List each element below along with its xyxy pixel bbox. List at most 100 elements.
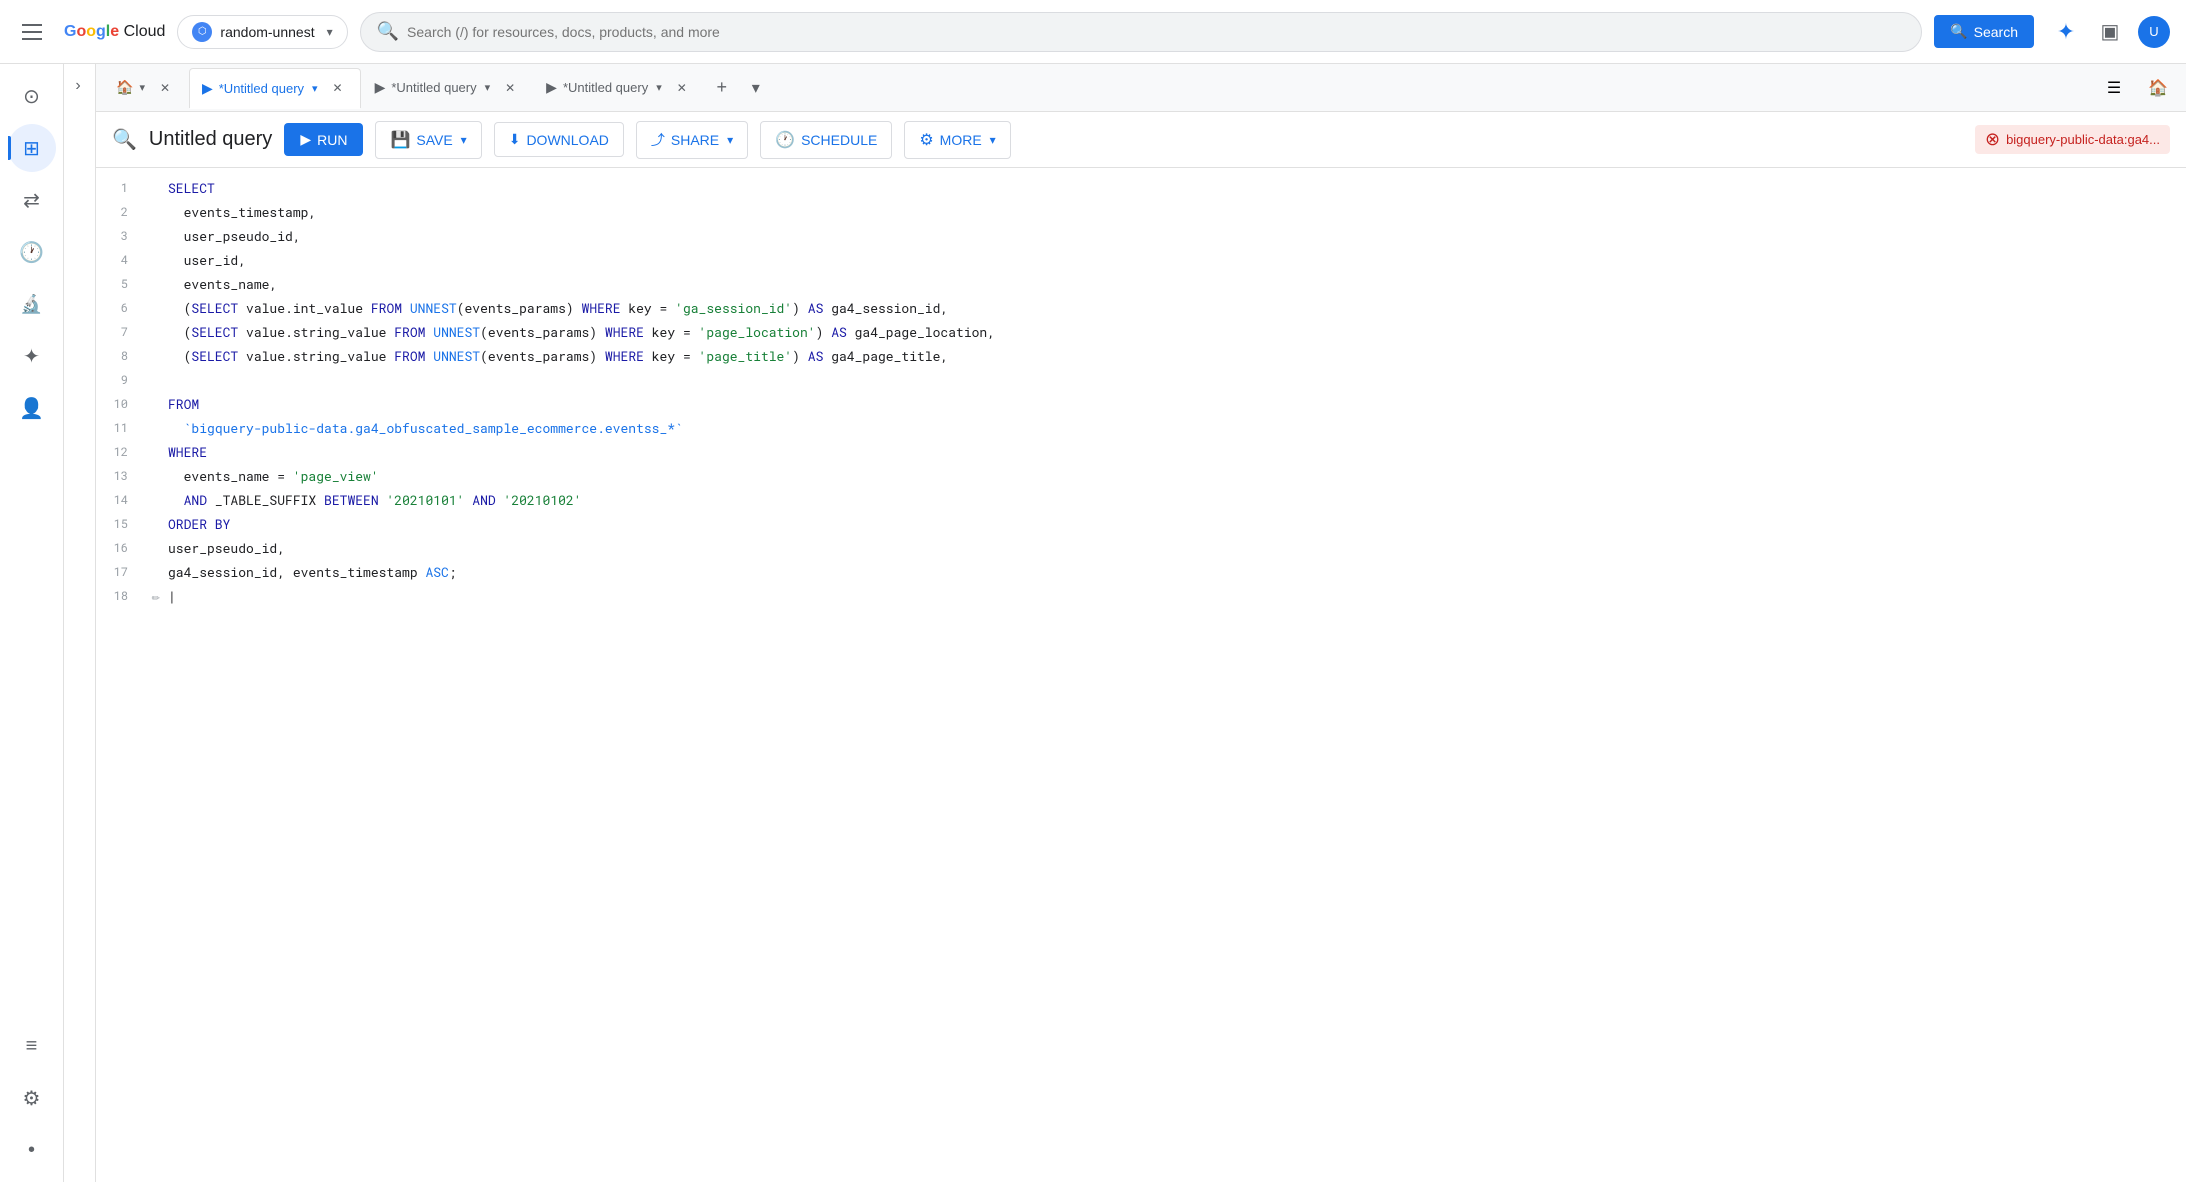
line-number-18: 18	[96, 584, 144, 608]
sidebar-item-settings[interactable]: ⚙	[8, 1074, 56, 1122]
panel-toggle-button[interactable]: ›	[64, 72, 92, 100]
download-icon: ⬇	[509, 131, 521, 148]
dataplex-icon: 👤	[19, 396, 44, 421]
line-number-3: 3	[96, 224, 144, 248]
more-label: MORE	[940, 132, 982, 148]
code-line-8: 8 (SELECT value.string_value FROM UNNEST…	[96, 344, 2186, 368]
tab-untitled-query-2[interactable]: ▶ *Untitled query ▾ ✕	[363, 68, 533, 108]
code-line-12: 12 WHERE	[96, 440, 2186, 464]
line-number-15: 15	[96, 512, 144, 536]
sidebar-item-more[interactable]: •	[8, 1126, 56, 1174]
line-number-16: 16	[96, 536, 144, 560]
line-content-13: events_name = 'page_view'	[168, 464, 2186, 488]
line-content-8: (SELECT value.string_value FROM UNNEST(e…	[168, 344, 2186, 368]
tab-home[interactable]: 🏠 ▾ ✕	[104, 74, 187, 102]
code-line-10: 10 FROM	[96, 392, 2186, 416]
tab-close-button-3[interactable]: ✕	[672, 78, 692, 98]
more-chevron-icon: ▾	[990, 133, 996, 147]
error-text: bigquery-public-data:ga4...	[2006, 132, 2160, 147]
schedule-button[interactable]: 🕐 SCHEDULE	[760, 121, 892, 159]
search-button-label: Search	[1974, 24, 2018, 40]
line-content-14: AND _TABLE_SUFFIX BETWEEN '20210101' AND…	[168, 488, 2186, 512]
add-tab-button[interactable]: +	[706, 72, 738, 104]
download-button[interactable]: ⬇ DOWNLOAD	[494, 122, 624, 157]
code-line-9: 9	[96, 368, 2186, 392]
line-number-11: 11	[96, 416, 144, 440]
terminal-button[interactable]: ▣	[2090, 12, 2130, 52]
global-search-bar: 🔍	[360, 12, 1923, 52]
content-area: 🏠 ▾ ✕ ▶ *Untitled query ▾ ✕ ▶ *Untitled …	[96, 64, 2186, 1182]
search-sidebar-icon: ⊙	[23, 84, 40, 109]
sidebar: ⊙ ⊞ ⇄ 🕐 🔬 ✦ 👤 ≡ ⚙ •	[0, 64, 64, 1182]
project-chevron-icon: ▾	[327, 25, 333, 39]
tab-home-right-button[interactable]: 🏠	[2138, 68, 2178, 108]
sidebar-item-explore[interactable]: 🔬	[8, 280, 56, 328]
tab-close-button-1[interactable]: ✕	[328, 78, 348, 98]
tab-query-icon-2: ▶	[375, 79, 386, 96]
line-content-2: events_timestamp,	[168, 200, 2186, 224]
more-button[interactable]: ⚙ MORE ▾	[904, 121, 1010, 159]
line-content-6: (SELECT value.int_value FROM UNNEST(even…	[168, 296, 2186, 320]
line-content-4: user_id,	[168, 248, 2186, 272]
filter-icon: ≡	[26, 1035, 38, 1058]
line-content-10: FROM	[168, 392, 2186, 416]
tab-untitled-query-3[interactable]: ▶ *Untitled query ▾ ✕	[534, 68, 704, 108]
line-content-16: user_pseudo_id,	[168, 536, 2186, 560]
download-label: DOWNLOAD	[526, 132, 608, 148]
code-line-4: 4 user_id,	[96, 248, 2186, 272]
user-avatar-button[interactable]: U	[2134, 12, 2174, 52]
sidebar-item-history[interactable]: 🕐	[8, 228, 56, 276]
search-button[interactable]: 🔍 Search	[1934, 15, 2034, 48]
sidebar-item-transfer[interactable]: ⇄	[8, 176, 56, 224]
sidebar-item-workflow[interactable]: ✦	[8, 332, 56, 380]
avatar: U	[2138, 16, 2170, 48]
sidebar-item-dashboard[interactable]: ⊞	[8, 124, 56, 172]
code-editor[interactable]: 1 SELECT 2 events_timestamp, 3 user_pseu…	[96, 168, 2186, 1182]
tab-list-button[interactable]: ☰	[2094, 68, 2134, 108]
sidebar-item-dataplex[interactable]: 👤	[8, 384, 56, 432]
line-content-1: SELECT	[168, 176, 2186, 200]
main-layout: ⊙ ⊞ ⇄ 🕐 🔬 ✦ 👤 ≡ ⚙ • ›	[0, 64, 2186, 1182]
home-icon: 🏠	[116, 79, 133, 96]
workflow-icon: ✦	[23, 344, 40, 369]
line-number-10: 10	[96, 392, 144, 416]
editor-container: 🔍 Untitled query ▶ RUN 💾 SAVE ▾ ⬇ DOWNLO…	[96, 112, 2186, 1182]
line-content-7: (SELECT value.string_value FROM UNNEST(e…	[168, 320, 2186, 344]
line-number-8: 8	[96, 344, 144, 368]
tab-untitled-query-1[interactable]: ▶ *Untitled query ▾ ✕	[189, 68, 361, 108]
tab-close-button-2[interactable]: ✕	[500, 78, 520, 98]
ai-assistant-button[interactable]: ✦	[2046, 12, 2086, 52]
sidebar-item-search[interactable]: ⊙	[8, 72, 56, 120]
share-chevron-icon: ▾	[727, 133, 733, 147]
code-line-15: 15 ORDER BY	[96, 512, 2186, 536]
run-label: RUN	[317, 132, 347, 148]
tab-more-button[interactable]: ▾	[740, 72, 772, 104]
project-selector[interactable]: ⬡ random-unnest ▾	[177, 15, 347, 49]
error-badge: ⊗ bigquery-public-data:ga4...	[1975, 125, 2170, 154]
terminal-icon: ▣	[2101, 19, 2120, 44]
line-number-2: 2	[96, 200, 144, 224]
spark-icon: ✦	[2057, 19, 2075, 45]
run-button[interactable]: ▶ RUN	[284, 123, 363, 156]
dashboard-icon: ⊞	[23, 136, 40, 161]
sidebar-item-filter[interactable]: ≡	[8, 1022, 56, 1070]
line-number-17: 17	[96, 560, 144, 584]
tab-bar: 🏠 ▾ ✕ ▶ *Untitled query ▾ ✕ ▶ *Untitled …	[96, 64, 2186, 112]
tab-chevron-1: ▾	[312, 82, 318, 95]
code-line-16: 16 user_pseudo_id,	[96, 536, 2186, 560]
line-number-12: 12	[96, 440, 144, 464]
line-number-1: 1	[96, 176, 144, 200]
home-tab-close-button[interactable]: ✕	[155, 78, 175, 98]
nav-icons: ✦ ▣ U	[2046, 12, 2174, 52]
google-cloud-logo[interactable]: Google Cloud	[64, 23, 165, 41]
save-label: SAVE	[416, 132, 452, 148]
project-icon: ⬡	[192, 22, 212, 42]
share-icon: ⤴	[651, 130, 665, 150]
hamburger-menu-button[interactable]	[12, 12, 52, 52]
home-right-icon: 🏠	[2148, 78, 2168, 98]
save-button[interactable]: 💾 SAVE ▾	[375, 121, 481, 159]
share-button[interactable]: ⤴ SHARE ▾	[636, 121, 748, 159]
search-input[interactable]	[407, 24, 1905, 40]
tab-chevron-2: ▾	[485, 81, 491, 94]
tab-label-3: *Untitled query	[563, 80, 648, 95]
